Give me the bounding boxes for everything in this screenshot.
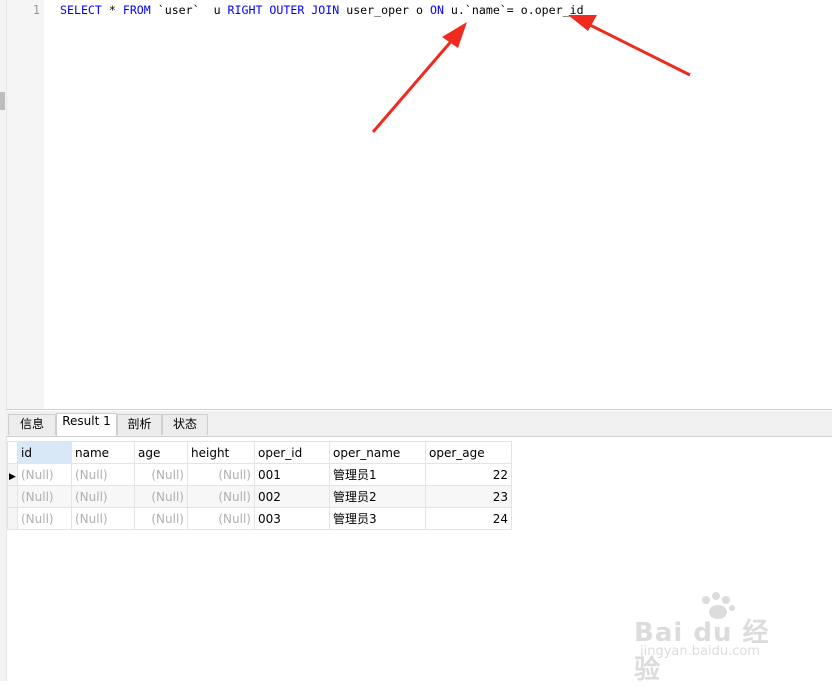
watermark-url: jingyan.baidu.com	[640, 644, 760, 659]
annotation-arrows	[371, 15, 691, 133]
arrow-head-icon	[442, 22, 467, 48]
arrow-icon	[371, 37, 456, 133]
arrow-icon	[585, 21, 691, 77]
baidu-watermark: Bai du 经验 jingyan.baidu.com	[634, 590, 794, 685]
arrow-head-icon	[568, 15, 597, 31]
